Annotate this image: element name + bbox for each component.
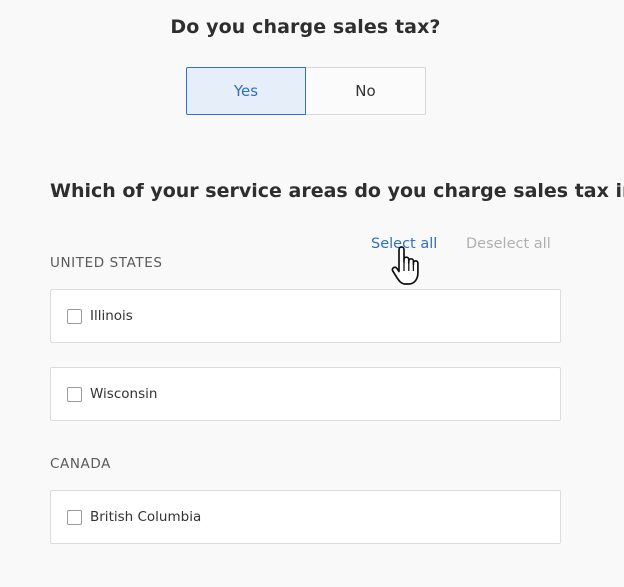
service-area-row-wisconsin[interactable]: Wisconsin bbox=[50, 367, 561, 421]
sales-tax-question: Do you charge sales tax? bbox=[170, 16, 441, 38]
service-area-question: Which of your service areas do you charg… bbox=[50, 180, 624, 202]
sales-tax-toggle: Yes No bbox=[186, 67, 426, 115]
service-area-label: British Columbia bbox=[90, 509, 202, 525]
deselect-all-link[interactable]: Deselect all bbox=[466, 236, 551, 252]
service-area-label: Wisconsin bbox=[90, 386, 158, 402]
service-area-row-illinois[interactable]: Illinois bbox=[50, 289, 561, 343]
checkbox[interactable] bbox=[67, 386, 82, 402]
service-area-row-british-columbia[interactable]: British Columbia bbox=[50, 490, 561, 544]
select-all-link[interactable]: Select all bbox=[371, 236, 437, 252]
service-area-label: Illinois bbox=[90, 308, 133, 324]
yes-button[interactable]: Yes bbox=[186, 67, 306, 115]
region-label-canada: CANADA bbox=[50, 456, 111, 472]
region-label-united-states: UNITED STATES bbox=[50, 255, 163, 271]
checkbox[interactable] bbox=[67, 509, 82, 525]
no-button[interactable]: No bbox=[306, 67, 426, 115]
hand-pointer-icon bbox=[391, 246, 419, 285]
checkbox[interactable] bbox=[67, 308, 82, 324]
